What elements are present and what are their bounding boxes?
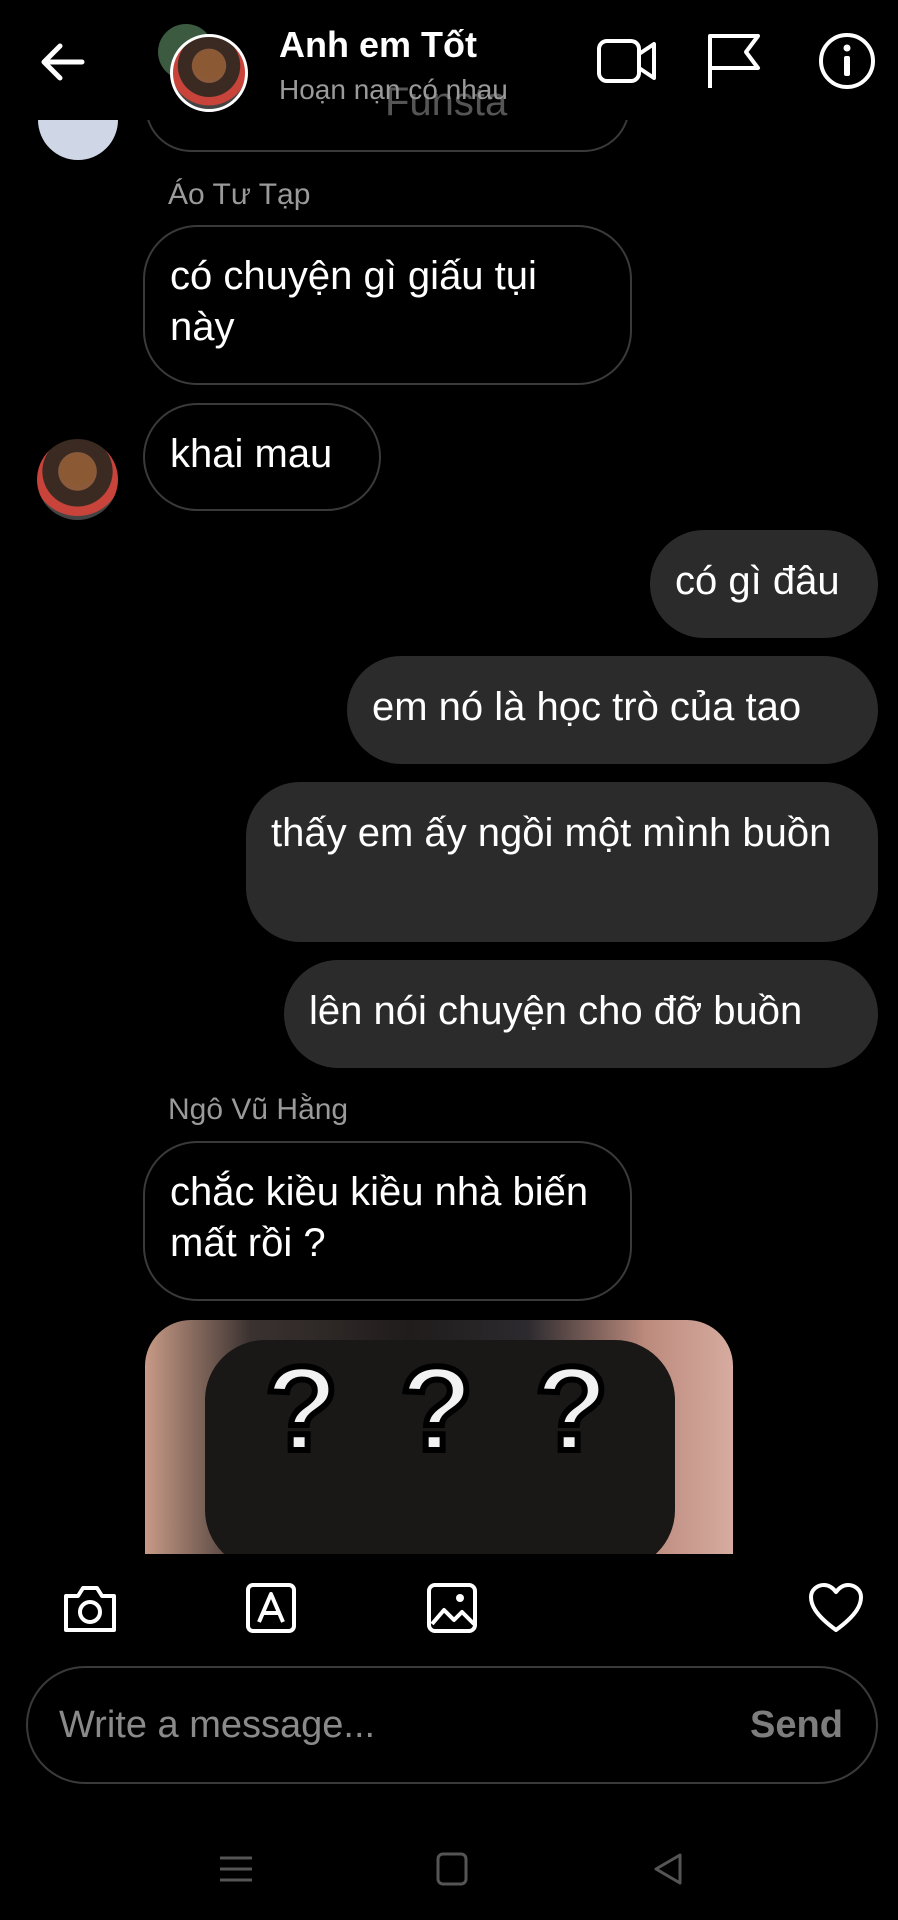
back-nav-icon[interactable] [652,1852,684,1886]
info-icon[interactable] [818,32,876,90]
chat-subtitle: Hoạn nạn có nhau [279,74,508,105]
message-input[interactable]: Write a message... [59,1704,375,1747]
question-mark-text: ? [397,1339,476,1479]
message-bubble-incoming[interactable]: có chuyện gì giấu tụi này [143,225,632,385]
sender-name: Ngô Vũ Hằng [168,1093,349,1126]
home-nav-icon[interactable] [436,1852,468,1886]
message-bubble-incoming[interactable]: khai mau [143,403,381,511]
chat-title[interactable]: Anh em Tốt [279,24,477,66]
message-bubble-outgoing[interactable]: thấy em ấy ngồi một mình buồn [246,782,878,942]
video-call-icon[interactable] [596,34,658,88]
message-input-box[interactable]: Write a message... Send [26,1666,878,1784]
text-style-icon[interactable] [245,1582,297,1634]
question-mark-text: ? [532,1339,611,1479]
message-list[interactable]: Áo Tư Tạp có chuyện gì giấu tụi này khai… [0,0,898,1560]
menu-nav-icon[interactable] [218,1854,254,1884]
chat-header: Funsta Anh em Tốt Hoạn nạn có nhau [0,0,898,124]
gallery-icon[interactable] [426,1582,478,1634]
send-button[interactable]: Send [750,1704,843,1747]
question-mark-text: ? [262,1339,341,1479]
back-arrow-icon[interactable] [38,42,86,82]
group-avatar[interactable] [170,34,248,112]
flag-icon[interactable] [706,32,764,90]
sender-avatar[interactable] [37,439,118,520]
message-bubble-outgoing[interactable]: lên nói chuyện cho đỡ buồn [284,960,878,1068]
heart-icon[interactable] [808,1582,864,1634]
message-bubble-outgoing[interactable]: em nó là học trò của tao [347,656,878,764]
camera-icon[interactable] [62,1582,118,1634]
image-message[interactable]: ? ? ? [145,1320,733,1554]
message-bubble-incoming[interactable]: chắc kiều kiều nhà biến mất rồi ? [143,1141,632,1301]
message-bubble-outgoing[interactable]: có gì đâu [650,530,878,638]
composer-toolbar: Write a message... Send [0,1554,898,1894]
sender-name: Áo Tư Tạp [168,178,311,211]
